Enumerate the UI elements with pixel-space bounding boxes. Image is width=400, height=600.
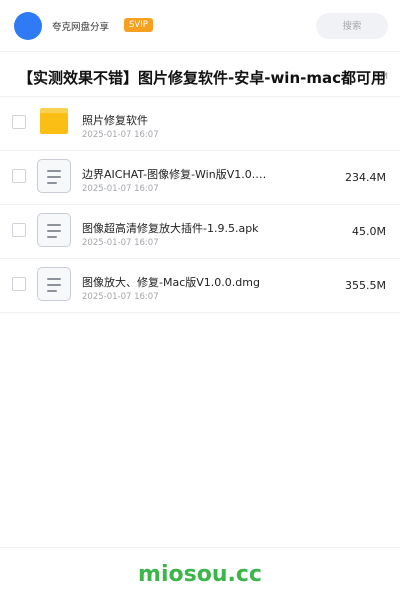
- search-input[interactable]: [316, 13, 388, 39]
- list-item[interactable]: 图像超高清修复放大插件-1.9.5.apk 2025-01-07 16:07 4…: [0, 205, 400, 259]
- file-name: 照片修复软件: [82, 114, 148, 127]
- file-name: 图像超高清修复放大插件-1.9.5.apk: [82, 222, 259, 235]
- file-size: 355.5M: [345, 279, 386, 292]
- file-date: 2025-01-07 16:07: [82, 130, 159, 140]
- document-icon: [37, 159, 71, 193]
- app-name: 夸克网盘分享: [52, 22, 110, 33]
- footer: miosou.cc: [0, 547, 400, 600]
- file-date: 2025-01-07 16:07: [82, 238, 159, 248]
- file-date: 2025-01-07 16:07: [82, 184, 159, 194]
- file-name: 边界AICHAT-图像修复-Win版V1.0.0.exe: [82, 168, 272, 181]
- list-item[interactable]: 照片修复软件 2025-01-07 16:07: [0, 97, 400, 151]
- checkbox[interactable]: [12, 223, 26, 237]
- file-list: 照片修复软件 2025-01-07 16:07 边界AICHAT-图像修复-Wi…: [0, 97, 400, 313]
- page-title: 【实测效果不错】图片修复软件-安卓-win-mac都可用: [18, 69, 387, 87]
- folder-icon: [40, 108, 68, 134]
- watermark: miosou.cc: [138, 562, 262, 587]
- avatar[interactable]: [14, 12, 42, 40]
- checkbox[interactable]: [12, 277, 26, 291]
- list-item[interactable]: 图像放大、修复-Mac版V1.0.0.dmg 2025-01-07 16:07 …: [0, 259, 400, 313]
- list-item[interactable]: 边界AICHAT-图像修复-Win版V1.0.0.exe 2025-01-07 …: [0, 151, 400, 205]
- file-date: 2025-01-07 16:07: [82, 292, 159, 302]
- document-icon: [37, 213, 71, 247]
- header: 夸克网盘分享 SVIP: [0, 0, 400, 52]
- file-size: 234.4M: [345, 171, 386, 184]
- title-bar: 【实测效果不错】图片修复软件-安卓-win-mac都可用 9M: [0, 53, 400, 97]
- svip-badge: SVIP: [124, 18, 153, 32]
- file-size: 45.0M: [352, 225, 386, 238]
- file-name: 图像放大、修复-Mac版V1.0.0.dmg: [82, 276, 260, 289]
- checkbox[interactable]: [12, 115, 26, 129]
- document-icon: [37, 267, 71, 301]
- checkbox[interactable]: [12, 169, 26, 183]
